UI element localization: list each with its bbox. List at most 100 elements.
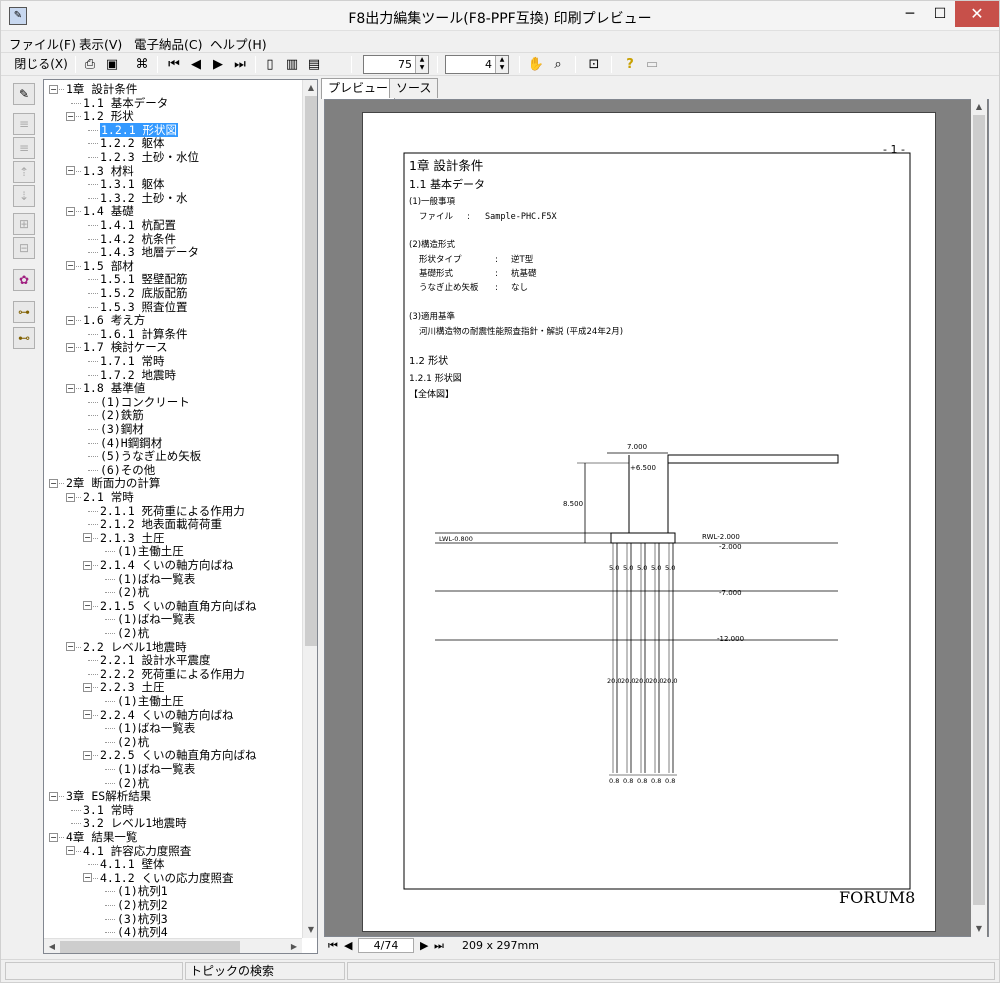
menu-help[interactable]: ヘルプ(H) — [210, 34, 267, 53]
hand-tool-icon[interactable]: ✋ — [527, 55, 545, 74]
preview-scroll-thumb[interactable] — [973, 115, 985, 905]
tree-node[interactable]: (1)杭列1 — [117, 884, 168, 898]
zoom-tool-icon[interactable]: ⌕ — [549, 55, 567, 74]
tree-node[interactable]: 1章 設計条件 — [66, 82, 137, 96]
topic-search-label[interactable]: トピックの検索 — [185, 962, 345, 980]
two-page-icon[interactable]: ▥ — [283, 55, 301, 74]
tree-node[interactable]: 2.1.2 地表面載荷荷重 — [100, 517, 222, 531]
move-up-icon[interactable]: ⇡ — [13, 161, 35, 183]
tree-node[interactable]: (5)うなぎ止め矢板 — [100, 449, 201, 463]
tree-node[interactable]: 1.5.1 竪壁配筋 — [100, 272, 188, 286]
tree-node[interactable]: (3)杭列3 — [117, 912, 168, 926]
tree-node[interactable]: 1.3.1 躯体 — [100, 177, 165, 191]
preview-vertical-scrollbar[interactable]: ▲ ▼ — [971, 99, 987, 937]
collapse-toggle-icon[interactable]: − — [66, 383, 75, 393]
menu-view[interactable]: 表示(V) — [79, 34, 122, 53]
tree-node[interactable]: 2.1.3 土圧 — [100, 531, 165, 545]
collapse-toggle-icon[interactable]: − — [49, 84, 58, 94]
tree-node[interactable]: 3.1 常時 — [83, 803, 134, 817]
tree-node[interactable]: 1.6.1 計算条件 — [100, 327, 188, 341]
edit-pen-icon[interactable]: ✎ — [13, 83, 35, 105]
collapse-toggle-icon[interactable]: − — [49, 791, 58, 801]
collapse-toggle-icon[interactable]: − — [66, 166, 75, 176]
page-spinner[interactable]: 4 ▲ ▼ — [445, 55, 509, 74]
tree-node[interactable]: (2)杭 — [117, 585, 149, 599]
tree-node[interactable]: 3.2 レベル1地震時 — [83, 816, 187, 830]
close-preview-button[interactable]: 閉じる(X) — [11, 55, 71, 74]
tree-node[interactable]: 2.2 レベル1地震時 — [83, 640, 187, 654]
tree-node[interactable]: 1.5 部材 — [83, 259, 134, 273]
save-icon[interactable]: ▣ — [103, 55, 121, 74]
collapse-toggle-icon[interactable]: − — [83, 601, 92, 611]
tree-node[interactable]: (6)その他 — [100, 463, 155, 477]
collapse-toggle-icon[interactable]: − — [66, 315, 75, 325]
tree-node[interactable]: 2.1.5 くいの軸直角方向ばね — [100, 599, 257, 613]
tree-node[interactable]: 1.4 基礎 — [83, 204, 134, 218]
collapse-toggle-icon[interactable]: − — [83, 710, 92, 720]
zoom-spinner[interactable]: 75 ▲ ▼ — [363, 55, 429, 74]
fit-page-icon[interactable]: ⊡ — [585, 55, 603, 74]
tree-node[interactable]: 2.2.2 死荷重による作用力 — [100, 667, 245, 681]
tree-node[interactable]: 1.3 材料 — [83, 164, 134, 178]
prev-page-icon[interactable]: ◀ — [187, 55, 205, 74]
collapse-toggle-icon[interactable]: − — [66, 846, 75, 856]
tree-hscroll-thumb[interactable] — [60, 941, 240, 953]
help-icon[interactable]: ? — [621, 55, 639, 74]
tree-node[interactable]: 1.7.1 常時 — [100, 354, 165, 368]
scroll-left-icon[interactable]: ◀ — [44, 939, 60, 953]
tree-node[interactable]: (3)鋼材 — [100, 422, 144, 436]
tree-node[interactable]: 4.1.1 壁体 — [100, 857, 165, 871]
single-page-icon[interactable]: ▯ — [261, 55, 279, 74]
indent-icon[interactable]: ≡ — [13, 113, 35, 135]
tree-node[interactable]: (1)ばね一覧表 — [117, 762, 195, 776]
nav-prev-icon[interactable]: ◀ — [344, 939, 352, 952]
zoom-spin-arrows-icon[interactable]: ▲ ▼ — [415, 56, 428, 73]
tree-node[interactable]: 1.6 考え方 — [83, 313, 145, 327]
tree-node[interactable]: 2.2.3 土圧 — [100, 680, 165, 694]
export-icon[interactable]: ⌘ — [133, 55, 151, 74]
nav-last-icon[interactable]: ⏭ — [434, 939, 444, 953]
tree-node[interactable]: 2.1.1 死荷重による作用力 — [100, 504, 245, 518]
first-page-icon[interactable]: ⏮ — [165, 55, 183, 74]
tree-node[interactable]: (4)H鋼鋼材 — [100, 436, 162, 450]
preview-area[interactable]: - 1 - 1章 設計条件 1.1 基本データ (1)一般事項 ファイル: Sample-… — [324, 99, 989, 937]
tree-node[interactable]: (2)鉄筋 — [100, 408, 144, 422]
tree-collapse-icon[interactable]: ⊷ — [13, 327, 35, 349]
tree-node[interactable]: 1.7.2 地震時 — [100, 368, 176, 382]
collapse-toggle-icon[interactable]: − — [66, 206, 75, 216]
tree-node[interactable]: 4.1 許容応力度照査 — [83, 844, 191, 858]
collapse-toggle-icon[interactable]: − — [66, 342, 75, 352]
menu-electronic-delivery[interactable]: 電子納品(C) — [134, 34, 202, 53]
delete-node-icon[interactable]: ⊟ — [13, 237, 35, 259]
collapse-toggle-icon[interactable]: − — [66, 642, 75, 652]
tree-node[interactable]: 2.2.1 設計水平震度 — [100, 653, 211, 667]
collapse-toggle-icon[interactable]: − — [66, 111, 75, 121]
collapse-toggle-icon[interactable]: − — [83, 873, 92, 883]
tree-node[interactable]: (1)主働土圧 — [117, 544, 184, 558]
tree-node[interactable]: (1)コンクリート — [100, 395, 190, 409]
tree-node[interactable]: 1.2 形状 — [83, 109, 134, 123]
style-icon[interactable]: ✿ — [13, 269, 35, 291]
tree-scroll-thumb[interactable] — [305, 96, 317, 646]
tree-node[interactable]: 4章 結果一覧 — [66, 830, 137, 844]
tree-node[interactable]: 1.5.3 照査位置 — [100, 300, 188, 314]
minimize-button[interactable]: ─ — [895, 1, 925, 27]
tree-node[interactable]: 1.8 基準値 — [83, 381, 145, 395]
collapse-toggle-icon[interactable]: − — [66, 492, 75, 502]
preview-scroll-down-icon[interactable]: ▼ — [971, 921, 987, 937]
tree-node[interactable]: 2.1.4 くいの軸方向ばね — [100, 558, 234, 572]
tree-node[interactable]: 1.7 検討ケース — [83, 340, 168, 354]
collapse-toggle-icon[interactable]: − — [66, 261, 75, 271]
tree-node[interactable]: (2)杭 — [117, 735, 149, 749]
outdent-icon[interactable]: ≡ — [13, 137, 35, 159]
tree-node[interactable]: (2)杭 — [117, 776, 149, 790]
collapse-toggle-icon[interactable]: − — [83, 750, 92, 760]
tab-preview[interactable]: プレビュー — [321, 78, 396, 99]
scroll-down-icon[interactable]: ▼ — [303, 922, 317, 938]
scroll-right-icon[interactable]: ▶ — [286, 939, 302, 953]
tree-node[interactable]: 1.2.3 土砂・水位 — [100, 150, 199, 164]
tree-node[interactable]: 2章 断面力の計算 — [66, 476, 160, 490]
move-down-icon[interactable]: ⇣ — [13, 185, 35, 207]
nav-next-icon[interactable]: ▶ — [420, 939, 428, 952]
scroll-up-icon[interactable]: ▲ — [303, 80, 317, 96]
